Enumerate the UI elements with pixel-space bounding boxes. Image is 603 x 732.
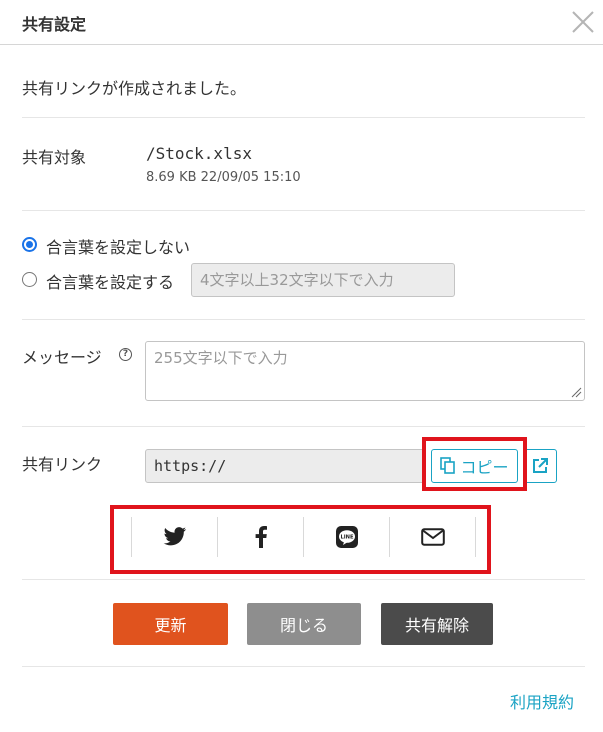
divider [22,666,585,667]
facebook-icon [255,526,267,548]
message-textarea[interactable]: 255文字以下で入力 [145,341,585,401]
open-link-button[interactable] [523,449,557,483]
facebook-share-button[interactable] [218,517,304,557]
close-icon[interactable] [570,9,596,35]
password-set-radio[interactable] [22,272,37,287]
password-set-label[interactable]: 合言葉を設定する [46,269,174,293]
line-share-button[interactable]: LINE [304,517,390,557]
help-icon[interactable]: ? [119,348,132,361]
password-none-label[interactable]: 合言葉を設定しない [46,234,190,258]
divider [22,319,585,320]
resize-handle-icon[interactable] [570,386,582,398]
divider [22,426,585,427]
dialog-header: 共有設定 [0,0,603,45]
share-target-label: 共有対象 [22,148,87,167]
share-link-input[interactable]: https:// [145,449,425,483]
mail-share-button[interactable] [390,517,476,557]
share-settings-dialog: 共有設定 共有リンクが作成されました。 共有対象 /Stock.xlsx 8.6… [0,0,603,732]
share-link-label: 共有リンク [22,455,103,474]
divider [22,579,585,580]
unshare-button[interactable]: 共有解除 [381,603,493,645]
share-target-meta: 8.69 KB 22/09/05 15:10 [146,170,301,185]
divider [22,210,585,211]
divider [475,517,476,557]
message-label: メッセージ [22,348,102,367]
copy-button[interactable]: コピー [431,449,518,483]
close-button[interactable]: 閉じる [247,603,361,645]
terms-link[interactable]: 利用規約 [510,689,574,713]
update-button[interactable]: 更新 [113,603,228,645]
copy-button-label: コピー [460,458,509,477]
line-icon-text: LINE [340,535,354,541]
mail-icon [421,528,445,546]
twitter-icon [163,527,187,546]
line-icon: LINE [336,526,358,548]
twitter-share-button[interactable] [132,517,218,557]
divider [22,117,585,118]
password-none-radio[interactable] [22,237,37,252]
created-message: 共有リンクが作成されました。 [22,79,247,98]
share-target-filename: /Stock.xlsx [146,144,252,163]
dialog-title: 共有設定 [22,15,87,34]
external-link-icon [533,458,548,473]
password-input[interactable]: 4文字以上32文字以下で入力 [191,263,455,297]
copy-icon [440,457,456,474]
